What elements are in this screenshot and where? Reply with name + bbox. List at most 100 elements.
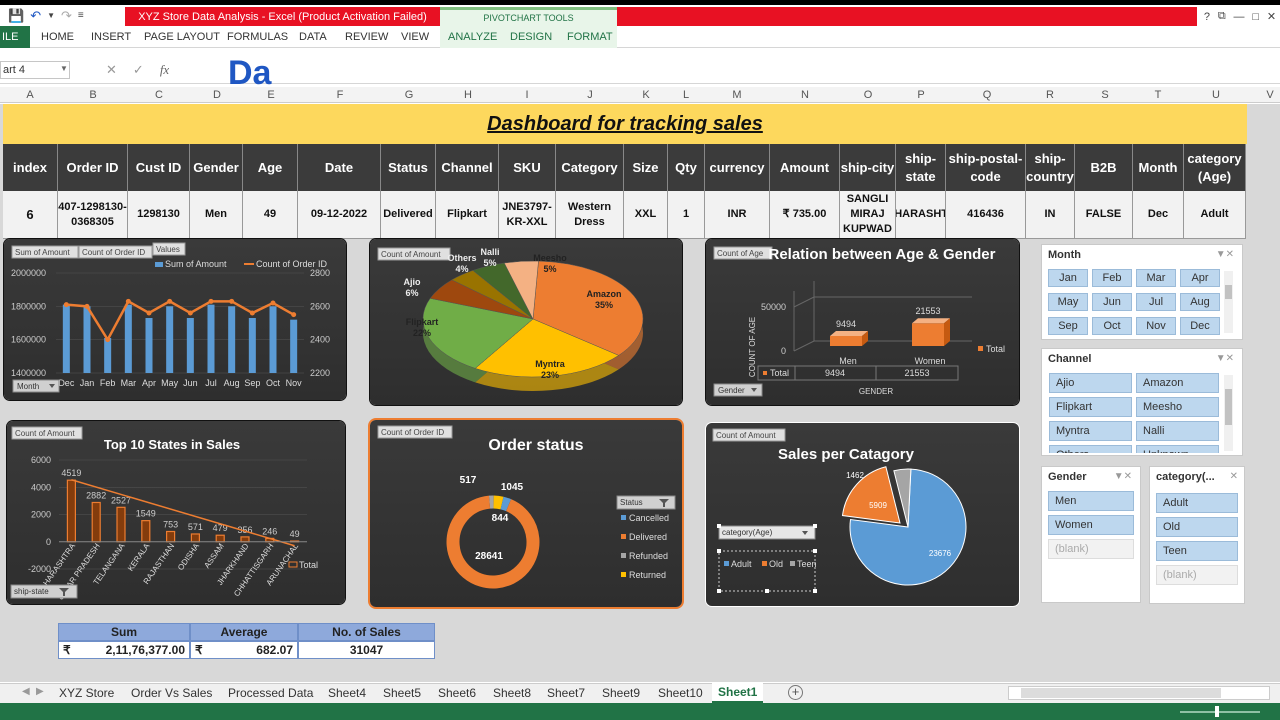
slicer-item-old[interactable]: Old [1156,517,1238,537]
tab-scroll-right-icon[interactable]: ▶ [36,686,44,697]
slicer-item-adult[interactable]: Adult [1156,493,1238,513]
selection-handle[interactable] [813,524,817,528]
zoom-slider-thumb[interactable] [1215,706,1219,717]
chart-monthly-sales[interactable]: Sum of Amount Count of Order ID Values Sum … [4,239,346,400]
column-header-t[interactable]: T [1148,87,1168,103]
close-icon[interactable]: ✕ [1267,10,1276,23]
customize-qat-icon[interactable]: ≡ [78,10,84,21]
table-header[interactable]: Date [298,144,381,191]
sheet-tab-sheet6[interactable]: Sheet6 [438,683,476,703]
help-icon[interactable]: ? [1204,11,1210,23]
column-header-q[interactable]: Q [977,87,997,103]
sheet-tab-sheet8[interactable]: Sheet8 [493,683,531,703]
table-header[interactable]: B2B [1075,144,1133,191]
clear-filter-icon[interactable]: ▼✕ [1114,471,1132,482]
slicer-item-sep[interactable]: Sep [1048,317,1088,335]
sheet-tab-processed-data[interactable]: Processed Data [228,683,313,703]
slicer-item-jul[interactable]: Jul [1136,293,1176,311]
table-header[interactable]: Month [1133,144,1184,191]
tab-review[interactable]: REVIEW [345,26,388,48]
sheet-tab-sheet10[interactable]: Sheet10 [658,683,703,703]
tab-insert[interactable]: INSERT [91,26,131,48]
table-cell[interactable]: 1 [668,191,705,239]
ribbon-display-icon[interactable]: ⧉ [1218,10,1226,23]
chart-order-status[interactable]: Count of Order ID Order status 844 28641 517… [370,420,682,607]
horizontal-scrollbar[interactable] [1008,686,1270,700]
selection-handle[interactable] [813,549,817,553]
selection-handle[interactable] [765,589,769,593]
tab-format[interactable]: FORMAT [558,26,617,48]
slicer-item-men[interactable]: Men [1048,491,1134,511]
enter-icon[interactable]: ✓ [133,62,144,78]
redo-icon[interactable]: ↷ [61,8,72,24]
slicer-scrollbar[interactable] [1224,375,1233,451]
table-header[interactable]: index [3,144,58,191]
column-header-h[interactable]: H [458,87,478,103]
chart-age-gender[interactable]: Count of Age Relation between Age & Gende… [706,239,1019,405]
name-box-dropdown-icon[interactable]: ▼ [60,64,68,73]
sheet-tab-xyz-store[interactable]: XYZ Store [59,683,114,703]
table-cell[interactable]: XXL [624,191,668,239]
file-tab[interactable]: ILE [0,26,30,48]
slicer-item-unknown[interactable]: Unknown [1136,445,1219,453]
table-header[interactable]: category (Age) [1184,144,1246,191]
column-header-l[interactable]: L [676,87,696,103]
slicer-item-ajio[interactable]: Ajio [1049,373,1132,393]
slicer-item-apr[interactable]: Apr [1180,269,1220,287]
column-header-e[interactable]: E [261,87,281,103]
table-cell[interactable]: 09-12-2022 [298,191,381,239]
table-header[interactable]: Order ID [58,144,128,191]
table-cell[interactable]: MAHARASHTRA [896,191,946,239]
column-header-p[interactable]: P [911,87,931,103]
clear-filter-icon[interactable]: ✕ [1230,471,1238,482]
slicer-item-oct[interactable]: Oct [1092,317,1132,335]
column-header-f[interactable]: F [330,87,350,103]
table-cell[interactable]: 1298130 [128,191,190,239]
slicer-item-meesho[interactable]: Meesho [1136,397,1219,417]
slicer-item-may[interactable]: May [1048,293,1088,311]
slicer-scrollbar[interactable] [1224,271,1233,333]
slicer-item-aug[interactable]: Aug [1180,293,1220,311]
column-header-u[interactable]: U [1206,87,1226,103]
column-header-i[interactable]: I [517,87,537,103]
slicer-item-mar[interactable]: Mar [1136,269,1176,287]
table-cell[interactable]: 49 [243,191,298,239]
table-header[interactable]: SKU [499,144,556,191]
column-header-c[interactable]: C [149,87,169,103]
column-header-a[interactable]: A [20,87,40,103]
sheet-tab-sheet9[interactable]: Sheet9 [602,683,640,703]
column-header-o[interactable]: O [858,87,878,103]
table-cell[interactable]: Flipkart [436,191,499,239]
tab-home[interactable]: HOME [41,26,74,48]
column-header-r[interactable]: R [1040,87,1060,103]
table-cell[interactable]: 416436 [946,191,1026,239]
column-header-k[interactable]: K [636,87,656,103]
table-cell[interactable]: 6 [3,191,58,239]
save-icon[interactable]: 💾 [8,8,24,24]
table-header[interactable]: Status [381,144,436,191]
chart-channel-share[interactable]: Count of Amount Amazon 35% Myntra 23% Flipkar… [370,239,682,405]
zoom-slider[interactable] [1180,711,1260,713]
table-header[interactable]: Channel [436,144,499,191]
slicer-item-blank[interactable]: (blank) [1156,565,1238,585]
maximize-icon[interactable]: □ [1252,11,1259,23]
slicer-item-feb[interactable]: Feb [1092,269,1132,287]
slicer-item-dec[interactable]: Dec [1180,317,1220,335]
sheet-tab-sheet5[interactable]: Sheet5 [383,683,421,703]
slicer-item-flipkart[interactable]: Flipkart [1049,397,1132,417]
horizontal-scroll-thumb[interactable] [1021,688,1221,698]
table-cell[interactable]: IN [1026,191,1075,239]
column-header-v[interactable]: V [1260,87,1280,103]
table-header[interactable]: Gender [190,144,243,191]
table-cell[interactable]: ₹ 735.00 [770,191,840,239]
slicer-item-nov[interactable]: Nov [1136,317,1176,335]
selection-handle[interactable] [813,589,817,593]
table-header[interactable]: Amount [770,144,840,191]
chart-sales-per-category[interactable]: Count of Amount Sales per Catagory 23676 59… [706,423,1019,606]
slicer-item-amazon[interactable]: Amazon [1136,373,1219,393]
slicer-item-jan[interactable]: Jan [1048,269,1088,287]
slicer-item-blank[interactable]: (blank) [1048,539,1134,559]
table-cell[interactable]: INR [705,191,770,239]
slicer-item-jun[interactable]: Jun [1092,293,1132,311]
selection-handle[interactable] [717,549,721,553]
